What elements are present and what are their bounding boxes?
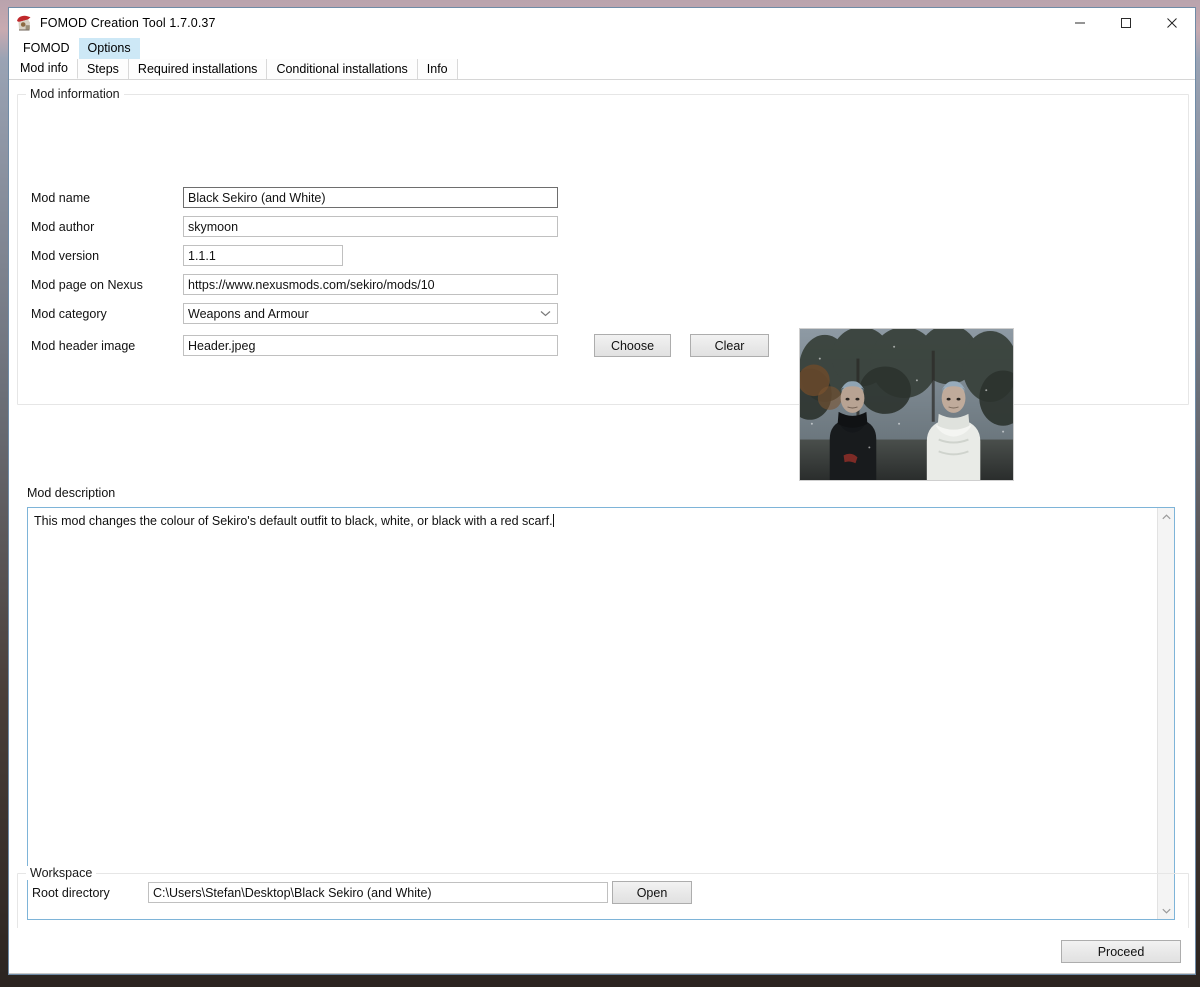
mod-author-input[interactable]: skymoon: [183, 216, 558, 237]
scroll-up-icon[interactable]: [1158, 508, 1175, 525]
clear-button[interactable]: Clear: [690, 334, 769, 357]
tab-steps[interactable]: Steps: [77, 59, 129, 79]
mod-page-nexus-input[interactable]: https://www.nexusmods.com/sekiro/mods/10: [183, 274, 558, 295]
choose-button[interactable]: Choose: [594, 334, 671, 357]
field-row-mod-page-nexus: Mod page on Nexus https://www.nexusmods.…: [31, 274, 565, 295]
mod-description-label: Mod description: [27, 486, 116, 500]
menu-item-label: FOMOD: [23, 41, 70, 55]
app-gnome-icon: [15, 14, 33, 32]
mod-header-image-preview: [799, 328, 1014, 481]
field-row-mod-name: Mod name Black Sekiro (and White): [31, 187, 565, 208]
tab-label: Steps: [86, 61, 119, 76]
mod-category-value: Weapons and Armour: [188, 307, 309, 321]
root-directory-input[interactable]: C:\Users\Stefan\Desktop\Black Sekiro (an…: [148, 882, 608, 903]
mod-category-label: Mod category: [31, 306, 107, 321]
open-button[interactable]: Open: [612, 881, 692, 904]
tab-conditional-installations[interactable]: Conditional installations: [267, 59, 418, 79]
tab-label: Conditional installations: [276, 61, 408, 76]
mod-name-label: Mod name: [31, 190, 91, 205]
field-row-mod-category: Mod category Weapons and Armour: [31, 303, 565, 324]
chevron-down-icon: [540, 309, 553, 320]
menu-item-label: Options: [87, 41, 131, 55]
menu-bar: FOMOD Options: [9, 38, 1195, 59]
tab-strip: Mod info Steps Required installations Co…: [9, 59, 1195, 80]
close-icon[interactable]: [1149, 8, 1195, 38]
root-directory-label: Root directory: [32, 886, 110, 900]
text-caret: [552, 514, 554, 527]
tab-label: Info: [426, 61, 448, 76]
window-title: FOMOD Creation Tool 1.7.0.37: [40, 16, 216, 30]
maximize-icon[interactable]: [1103, 8, 1149, 38]
mod-author-label: Mod author: [31, 219, 95, 234]
menu-item-fomod[interactable]: FOMOD: [14, 38, 79, 59]
mod-description-container: This mod changes the colour of Sekiro's …: [27, 507, 1175, 920]
minimize-icon[interactable]: [1057, 8, 1103, 38]
field-row-mod-header-image: Mod header image Header.jpeg: [31, 335, 565, 356]
workspace-legend: Workspace: [26, 866, 97, 880]
mod-description-value: This mod changes the colour of Sekiro's …: [34, 514, 553, 528]
tab-info[interactable]: Info: [417, 59, 458, 79]
tab-panel-mod-info: Mod information Mod name Black Sekiro (a…: [9, 80, 1195, 939]
footer-divider: [9, 973, 1195, 974]
mod-description-scrollbar[interactable]: [1157, 508, 1174, 919]
field-row-mod-version: Mod version 1.1.1: [31, 245, 565, 266]
tab-required-installations[interactable]: Required installations: [128, 59, 268, 79]
mod-header-image-label: Mod header image: [31, 338, 136, 353]
field-row-mod-author: Mod author skymoon: [31, 216, 565, 237]
tab-mod-info[interactable]: Mod info: [11, 59, 78, 79]
title-bar: FOMOD Creation Tool 1.7.0.37: [9, 8, 1195, 38]
mod-description-textarea[interactable]: This mod changes the colour of Sekiro's …: [28, 508, 1157, 919]
mod-version-label: Mod version: [31, 248, 100, 263]
mod-category-select[interactable]: Weapons and Armour: [183, 303, 558, 324]
mod-header-image-input[interactable]: Header.jpeg: [183, 335, 558, 356]
mod-information-legend: Mod information: [26, 87, 124, 101]
window-controls: [1057, 8, 1195, 38]
tab-label: Required installations: [137, 61, 258, 76]
mod-page-nexus-label: Mod page on Nexus: [31, 277, 143, 292]
footer-bar: Proceed: [9, 928, 1195, 974]
proceed-button[interactable]: Proceed: [1061, 940, 1181, 963]
tab-label: Mod info: [20, 61, 68, 75]
menu-item-options[interactable]: Options: [78, 38, 140, 59]
mod-name-input[interactable]: Black Sekiro (and White): [183, 187, 558, 208]
application-window: FOMOD Creation Tool 1.7.0.37 FOMOD Optio…: [8, 7, 1196, 975]
mod-version-input[interactable]: 1.1.1: [183, 245, 343, 266]
